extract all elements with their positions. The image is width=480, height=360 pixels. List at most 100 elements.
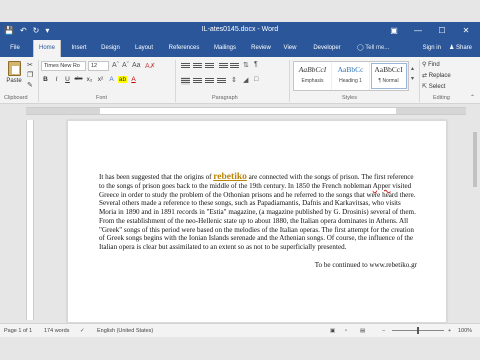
scrollbar-thumb[interactable] [473,132,477,187]
editing-group: ⚲ Find ⇄ Replace ⇱ Select [422,60,451,93]
window-controls: ▣ — ☐ ✕ [382,22,478,40]
sign-in-link[interactable]: Sign in [423,40,441,57]
document-page[interactable]: It has been suggested that the origins o… [67,120,447,323]
ribbon-display-icon[interactable]: ▣ [382,22,406,40]
read-mode-icon[interactable]: ▣ [330,328,335,334]
tab-insert[interactable]: Insert [66,40,92,57]
align-right-icon[interactable] [205,77,214,85]
zoom-level[interactable]: 100% [458,328,472,334]
tab-layout[interactable]: Layout [130,40,158,57]
decrease-indent-icon[interactable] [219,62,228,70]
style-normal[interactable]: AaBbCcI ¶ Normal [370,62,408,90]
subscript-button[interactable]: x₂ [85,76,94,83]
line-spacing-icon[interactable]: ⇕ [231,76,237,84]
paragraph: It has been suggested that the origins o… [99,172,417,217]
ruler-right-margin [396,108,466,114]
share-label: Share [455,45,472,51]
font-name-combo[interactable]: Times New Ro [41,61,86,71]
format-painter-icon[interactable]: ✎ [27,81,33,89]
horizontal-ruler[interactable] [26,107,466,115]
tell-me-label: Tell me... [365,45,390,51]
group-clipboard-label: Clipboard [4,95,28,101]
font-color-icon[interactable]: A [129,76,138,83]
zoom-in-button[interactable]: + [448,328,451,334]
text-run: It has been suggested that the origins o… [99,173,214,181]
align-center-icon[interactable] [193,77,202,85]
word-count[interactable]: 174 words [44,328,69,334]
style-sample: AaBbCc [337,65,364,74]
shrink-font-icon[interactable]: Aˇ [122,62,129,69]
font-size-combo[interactable]: 12 [88,61,109,71]
document-body[interactable]: It has been suggested that the origins o… [99,172,417,270]
replace-icon: ⇄ [422,73,429,79]
style-name: Heading 1 [339,78,362,84]
style-heading-1[interactable]: AaBbCc Heading 1 [332,62,370,90]
web-layout-icon[interactable]: ▤ [360,328,365,334]
ruler-left-margin [26,108,100,114]
font-format-buttons: B I U abc x₂ x² A ab A [41,76,138,83]
bold-button[interactable]: B [41,76,50,83]
title-bar: 💾 ↶ ↻ ▾ IL-ates0145.docx - Word ▣ — ☐ ✕ [0,22,480,40]
clear-formatting-icon[interactable]: A✗ [145,62,156,70]
tab-design[interactable]: Design [97,40,124,57]
change-case-icon[interactable]: Aa [132,62,141,69]
justify-icon[interactable] [217,77,226,85]
maximize-button[interactable]: ☐ [430,22,454,40]
increase-indent-icon[interactable] [230,62,239,70]
styles-more-icon[interactable]: ▾ [411,75,414,82]
find-button[interactable]: ⚲ Find [422,60,451,71]
style-sample: AaBbCcI [298,65,327,74]
underline-button[interactable]: U [63,76,72,83]
minimize-button[interactable]: — [406,22,430,40]
vertical-scrollbar[interactable] [470,116,480,322]
text-effects-icon[interactable]: A [107,76,116,83]
sort-icon[interactable]: ⇅ [243,61,249,69]
zoom-slider-thumb[interactable] [417,327,419,334]
styles-gallery: AaBbCcI Emphasis AaBbCc Heading 1 AaBbCc… [293,61,409,91]
superscript-button[interactable]: x² [96,76,105,83]
numbering-icon[interactable] [193,62,202,70]
print-layout-icon[interactable]: ▫ [345,328,347,334]
show-marks-icon[interactable]: ¶ [254,61,258,68]
align-left-icon[interactable] [181,77,190,85]
tab-references[interactable]: References [165,40,203,57]
cut-icon[interactable]: ✂ [27,61,33,69]
close-button[interactable]: ✕ [454,22,478,40]
vertical-ruler[interactable] [26,120,34,320]
italic-button[interactable]: I [52,76,61,83]
styles-scroll-icon[interactable]: ▴ [411,65,414,72]
paragraph: From the establishment of the neo-Hellen… [99,216,414,251]
find-label: Find [428,62,440,68]
tell-me-box[interactable]: ◯ Tell me... [357,40,389,57]
ribbon-home: Paste ✂ ❐ ✎ Clipboard Times New Ro 12 Aˆ… [0,57,480,104]
borders-icon[interactable]: □ [254,76,258,83]
grow-font-icon[interactable]: Aˆ [112,62,119,69]
tab-review[interactable]: Review [247,40,275,57]
multilevel-list-icon[interactable] [205,62,214,70]
closing-line: To be continued to www.rebetiko.gr [314,260,417,269]
divider [38,60,39,102]
share-button[interactable]: ♟ Share [449,40,472,57]
share-icon: ♟ [448,45,456,51]
strikethrough-button[interactable]: abc [74,76,83,83]
zoom-out-button[interactable]: − [382,328,385,334]
style-emphasis[interactable]: AaBbCcI Emphasis [294,62,332,90]
copy-icon[interactable]: ❐ [27,71,33,79]
highlight-icon[interactable]: ab [118,76,127,83]
replace-button[interactable]: ⇄ Replace [422,71,451,82]
page-count[interactable]: Page 1 of 1 [4,328,32,334]
paste-button[interactable]: Paste [4,61,24,84]
proofing-icon[interactable]: ✓ [80,328,85,334]
divider [289,60,290,102]
tab-mailings[interactable]: Mailings [208,40,242,57]
bullets-icon[interactable] [181,62,190,70]
tab-view[interactable]: View [279,40,301,57]
tab-home[interactable]: Home [33,40,61,57]
language-indicator[interactable]: English (United States) [97,328,153,334]
tab-file[interactable]: File [4,40,26,57]
collapse-ribbon-icon[interactable]: ⌃ [470,94,475,101]
group-editing-label: Editing [433,95,450,101]
shading-icon[interactable]: ◢ [243,76,248,84]
tab-developer[interactable]: Developer [309,40,345,57]
select-button[interactable]: ⇱ Select [422,82,451,93]
